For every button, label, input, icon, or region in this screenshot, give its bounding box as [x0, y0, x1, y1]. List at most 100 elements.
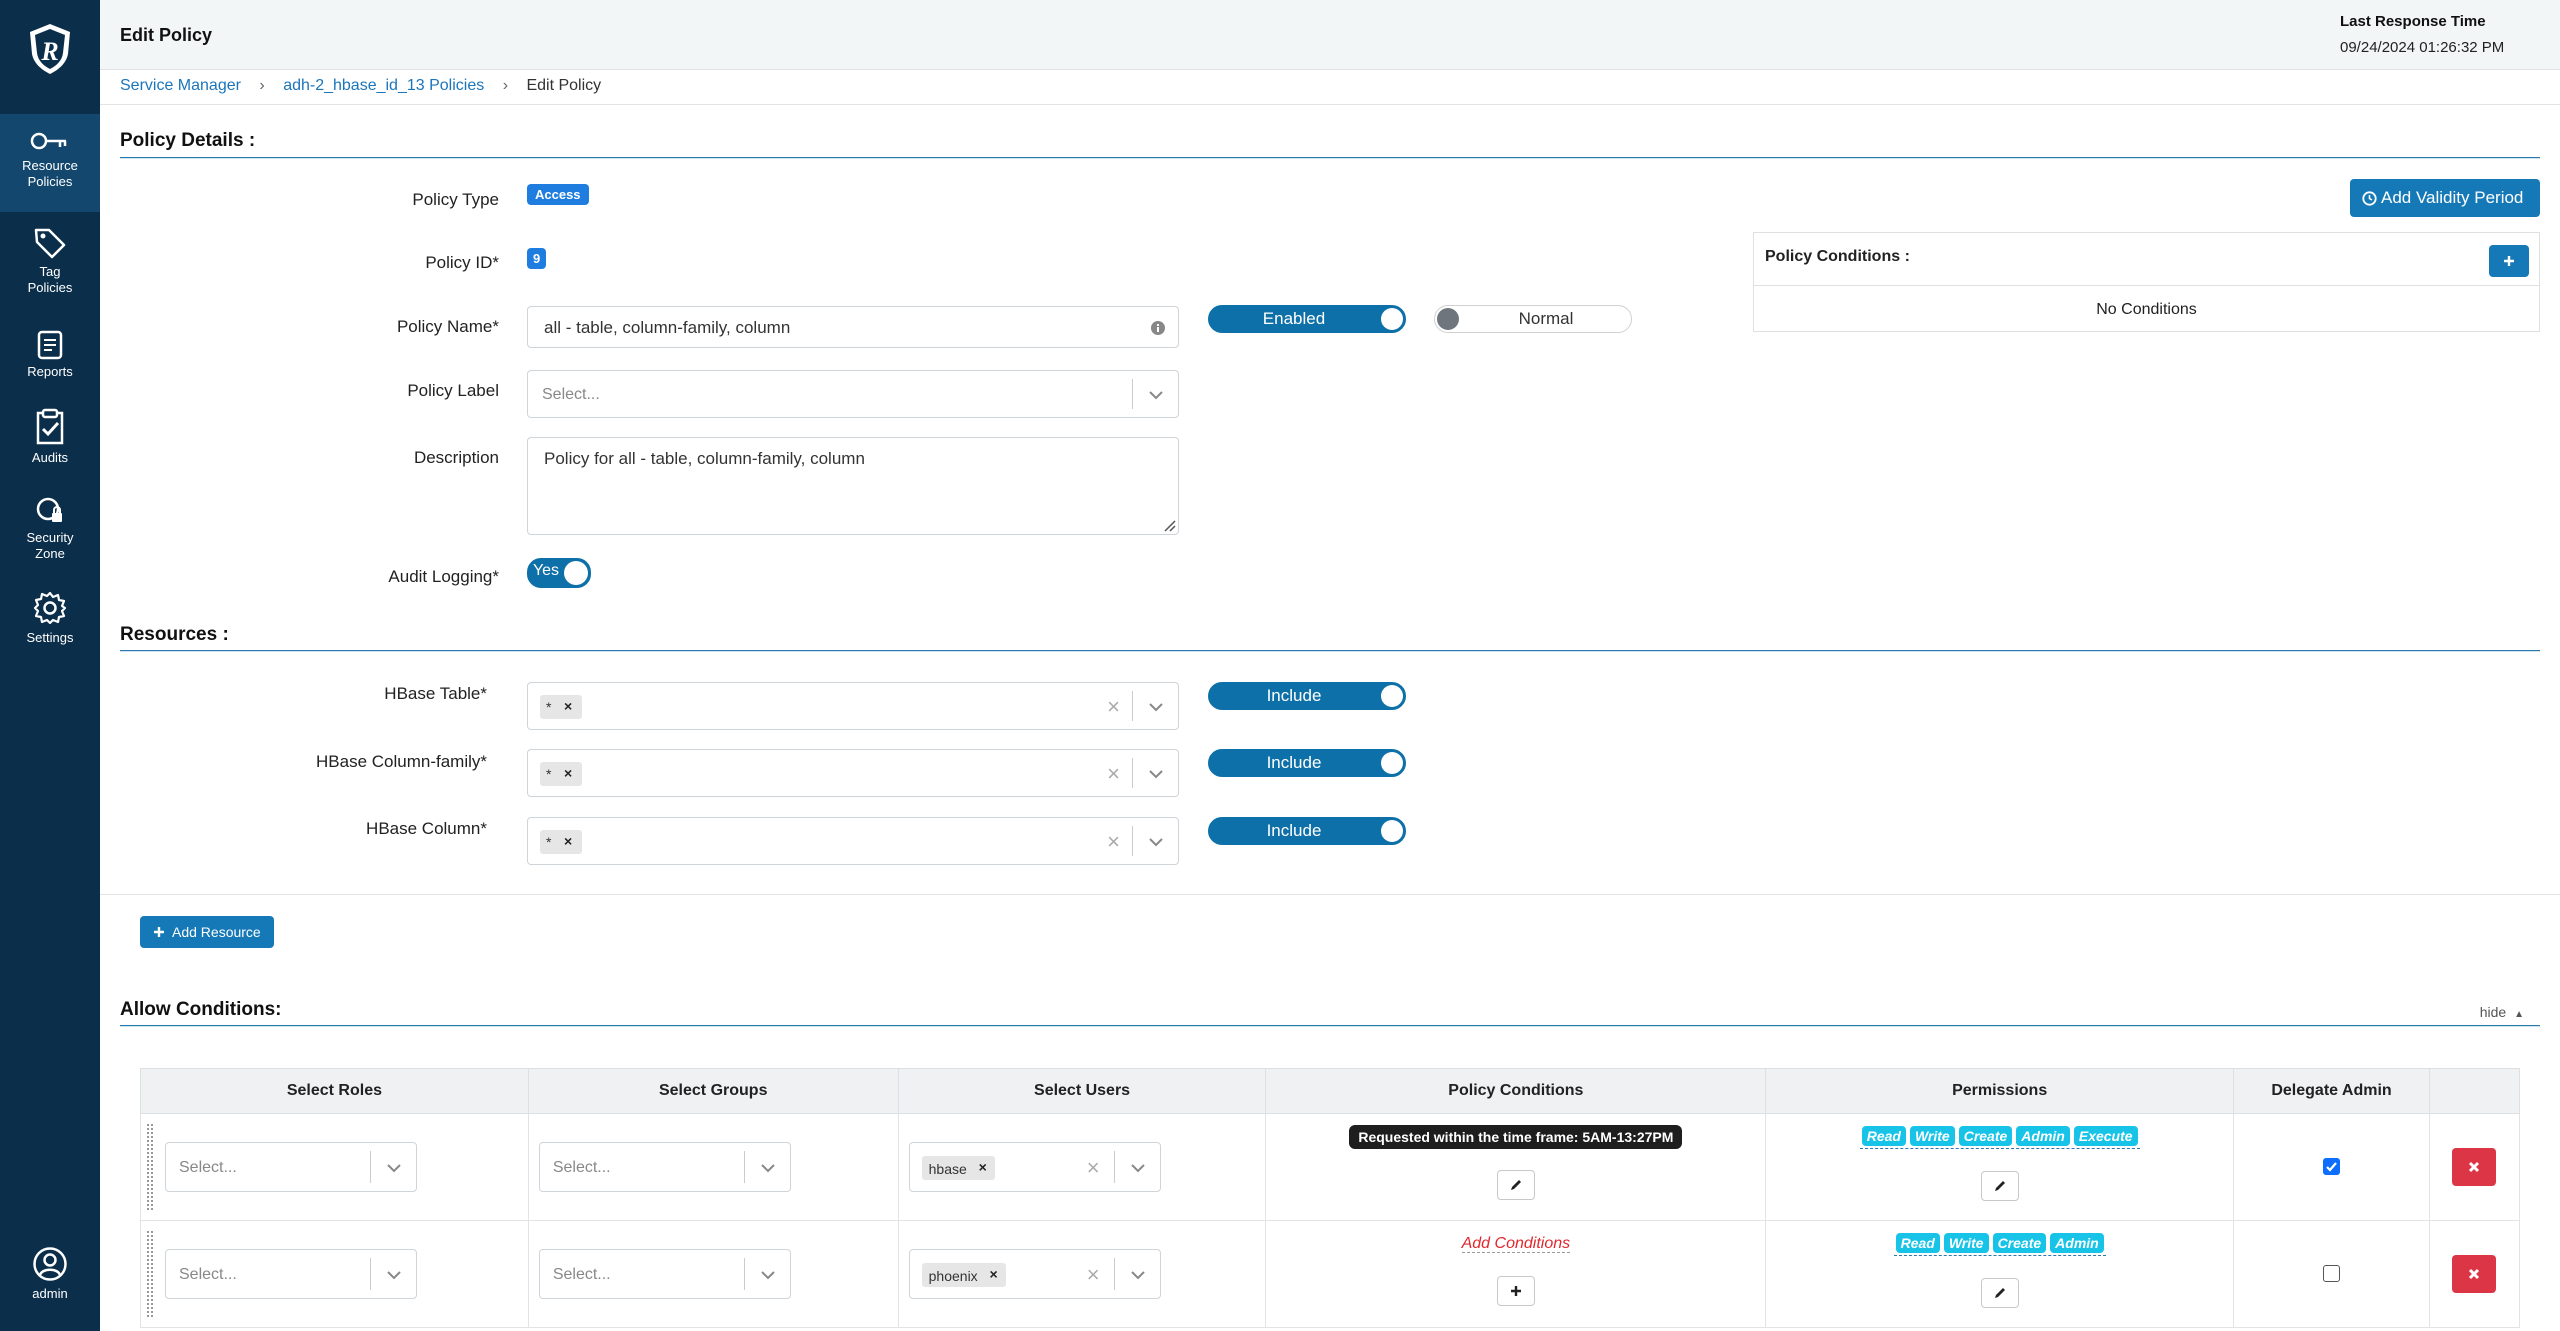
chevron-down-icon[interactable] — [1130, 1269, 1146, 1281]
sidebar-item-label: Policies — [27, 174, 73, 189]
groups-placeholder: Select... — [552, 1266, 611, 1283]
sidebar-item-reports[interactable]: Reports — [0, 330, 100, 380]
allow-conditions-table: Select Roles Select Groups Select Users … — [140, 1068, 2521, 1328]
add-validity-period-button[interactable]: Add Validity Period — [2350, 179, 2540, 217]
toggle-knob — [1381, 685, 1403, 707]
breadcrumb-policies[interactable]: adh-2_hbase_id_13 Policies — [283, 77, 484, 94]
drag-handle-icon[interactable] — [147, 1124, 153, 1210]
hbase-table-select[interactable]: * × × — [527, 682, 1179, 730]
chevron-down-icon[interactable] — [386, 1162, 402, 1174]
chevron-down-icon[interactable] — [386, 1269, 402, 1281]
permissions-list[interactable]: Read Write Create Admin — [1893, 1233, 2106, 1256]
sidebar-item-audits[interactable]: Audits — [0, 408, 100, 466]
delete-row-button[interactable] — [2452, 1148, 2497, 1186]
info-icon[interactable] — [1150, 320, 1166, 336]
normal-toggle-label: Normal — [1518, 309, 1574, 328]
condition-tag: Requested within the time frame: 5AM-13:… — [1349, 1125, 1683, 1149]
hbase-column-family-select[interactable]: * × × — [527, 749, 1179, 797]
permission-badge: Create — [1958, 1126, 2013, 1146]
users-select[interactable]: hbase × × — [908, 1142, 1161, 1192]
toggle-knob — [1381, 820, 1403, 842]
policy-details-title: Policy Details : — [120, 130, 256, 151]
policy-label-select[interactable]: Select... — [527, 370, 1179, 418]
users-select[interactable]: phoenix × × — [908, 1249, 1161, 1299]
sidebar-item-label: Reports — [27, 364, 73, 379]
chip-remove-icon[interactable]: × — [979, 1159, 987, 1175]
pencil-icon — [1994, 1181, 2005, 1191]
drag-handle-icon[interactable] — [147, 1231, 153, 1317]
col-header: Policy Conditions — [1265, 1068, 1767, 1114]
user-menu[interactable]: admin — [0, 1246, 100, 1302]
hide-toggle[interactable]: hide ▲ — [2480, 1004, 2524, 1020]
allow-conditions-title: Allow Conditions: — [120, 999, 282, 1020]
add-condition-button[interactable] — [1496, 1276, 1535, 1306]
sidebar-item-label: Settings — [26, 630, 74, 645]
chip-remove-icon[interactable]: × — [564, 833, 572, 849]
edit-permissions-button[interactable] — [1980, 1171, 2019, 1201]
delegate-admin-checkbox[interactable] — [2323, 1158, 2340, 1176]
chevron-down-icon[interactable] — [1148, 701, 1164, 713]
col-header-actions — [2428, 1068, 2521, 1114]
edit-permissions-button[interactable] — [1980, 1278, 2019, 1308]
sidebar-item-security-zone[interactable]: Security Zone — [0, 496, 100, 562]
roles-select[interactable]: Select... — [165, 1249, 417, 1299]
hbase-table-include-toggle[interactable]: Include — [1208, 682, 1406, 710]
sidebar-item-settings[interactable]: Settings — [0, 590, 100, 646]
users-cell: hbase × × — [897, 1113, 1267, 1221]
hbase-table-label: HBase Table* — [384, 684, 487, 703]
permissions-cell: Read Write Create Admin — [1765, 1220, 2235, 1328]
top-header: Edit Policy Last Response Time 09/24/202… — [100, 0, 2560, 70]
permissions-cell: Read Write Create Admin Execute — [1765, 1113, 2235, 1221]
override-normal-toggle[interactable]: Normal — [1434, 305, 1632, 333]
description-textarea[interactable]: Policy for all - table, column-family, c… — [527, 437, 1179, 535]
clear-icon[interactable]: × — [1087, 1155, 1100, 1181]
hbase-column-select[interactable]: * × × — [527, 817, 1179, 865]
svg-text:R: R — [40, 37, 58, 66]
clear-icon[interactable]: × — [1107, 829, 1120, 855]
sidebar-item-tag-policies[interactable]: Tag Policies — [0, 226, 100, 296]
add-policy-condition-button[interactable] — [2489, 245, 2529, 277]
chevron-down-icon[interactable] — [760, 1162, 776, 1174]
chevron-down-icon[interactable] — [1148, 768, 1164, 780]
roles-cell: Select... — [140, 1113, 529, 1221]
chevron-down-icon[interactable] — [1148, 389, 1164, 401]
delegate-admin-checkbox[interactable] — [2323, 1265, 2340, 1283]
clear-icon[interactable]: × — [1087, 1262, 1100, 1288]
permission-badge: Execute — [2073, 1126, 2138, 1146]
resize-handle-icon[interactable] — [1162, 518, 1176, 532]
breadcrumb-separator-icon: › — [259, 77, 265, 94]
groups-select[interactable]: Select... — [538, 1142, 791, 1192]
add-resource-button[interactable]: Add Resource — [140, 916, 274, 948]
chip-remove-icon[interactable]: × — [564, 698, 572, 714]
breadcrumb-service-manager[interactable]: Service Manager — [120, 77, 241, 94]
hbase-column-family-include-toggle[interactable]: Include — [1208, 749, 1406, 777]
col-header: Delegate Admin — [2233, 1068, 2430, 1114]
policy-id-label: Policy ID* — [425, 253, 499, 272]
chevron-down-icon[interactable] — [760, 1269, 776, 1281]
permission-badge: Read — [1895, 1233, 1940, 1253]
roles-cell: Select... — [140, 1220, 529, 1328]
policy-name-input[interactable]: all - table, column-family, column — [527, 306, 1179, 348]
permissions-list[interactable]: Read Write Create Admin Execute — [1859, 1126, 2140, 1149]
chevron-down-icon[interactable] — [1148, 836, 1164, 848]
chip-remove-icon[interactable]: × — [564, 765, 572, 781]
ranger-logo-icon[interactable]: R — [22, 20, 78, 76]
close-icon — [2469, 1161, 2480, 1173]
edit-conditions-button[interactable] — [1496, 1170, 1535, 1200]
add-conditions-link[interactable]: Add Conditions — [1461, 1235, 1571, 1253]
audit-logging-toggle[interactable]: Yes — [527, 558, 591, 588]
chevron-down-icon[interactable] — [1130, 1162, 1146, 1174]
groups-select[interactable]: Select... — [538, 1249, 791, 1299]
policy-id-badge: 9 — [527, 248, 547, 269]
hbase-column-include-toggle[interactable]: Include — [1208, 817, 1406, 845]
sidebar-item-resource-policies[interactable]: Resource Policies — [0, 114, 100, 212]
delete-row-button[interactable] — [2452, 1255, 2497, 1293]
enabled-toggle[interactable]: Enabled — [1208, 305, 1406, 333]
clear-icon[interactable]: × — [1107, 761, 1120, 787]
gear-icon — [33, 591, 67, 625]
roles-select[interactable]: Select... — [165, 1142, 417, 1192]
toggle-knob — [564, 561, 588, 585]
divider — [120, 650, 2540, 652]
clear-icon[interactable]: × — [1107, 694, 1120, 720]
chip-remove-icon[interactable]: × — [990, 1266, 998, 1282]
